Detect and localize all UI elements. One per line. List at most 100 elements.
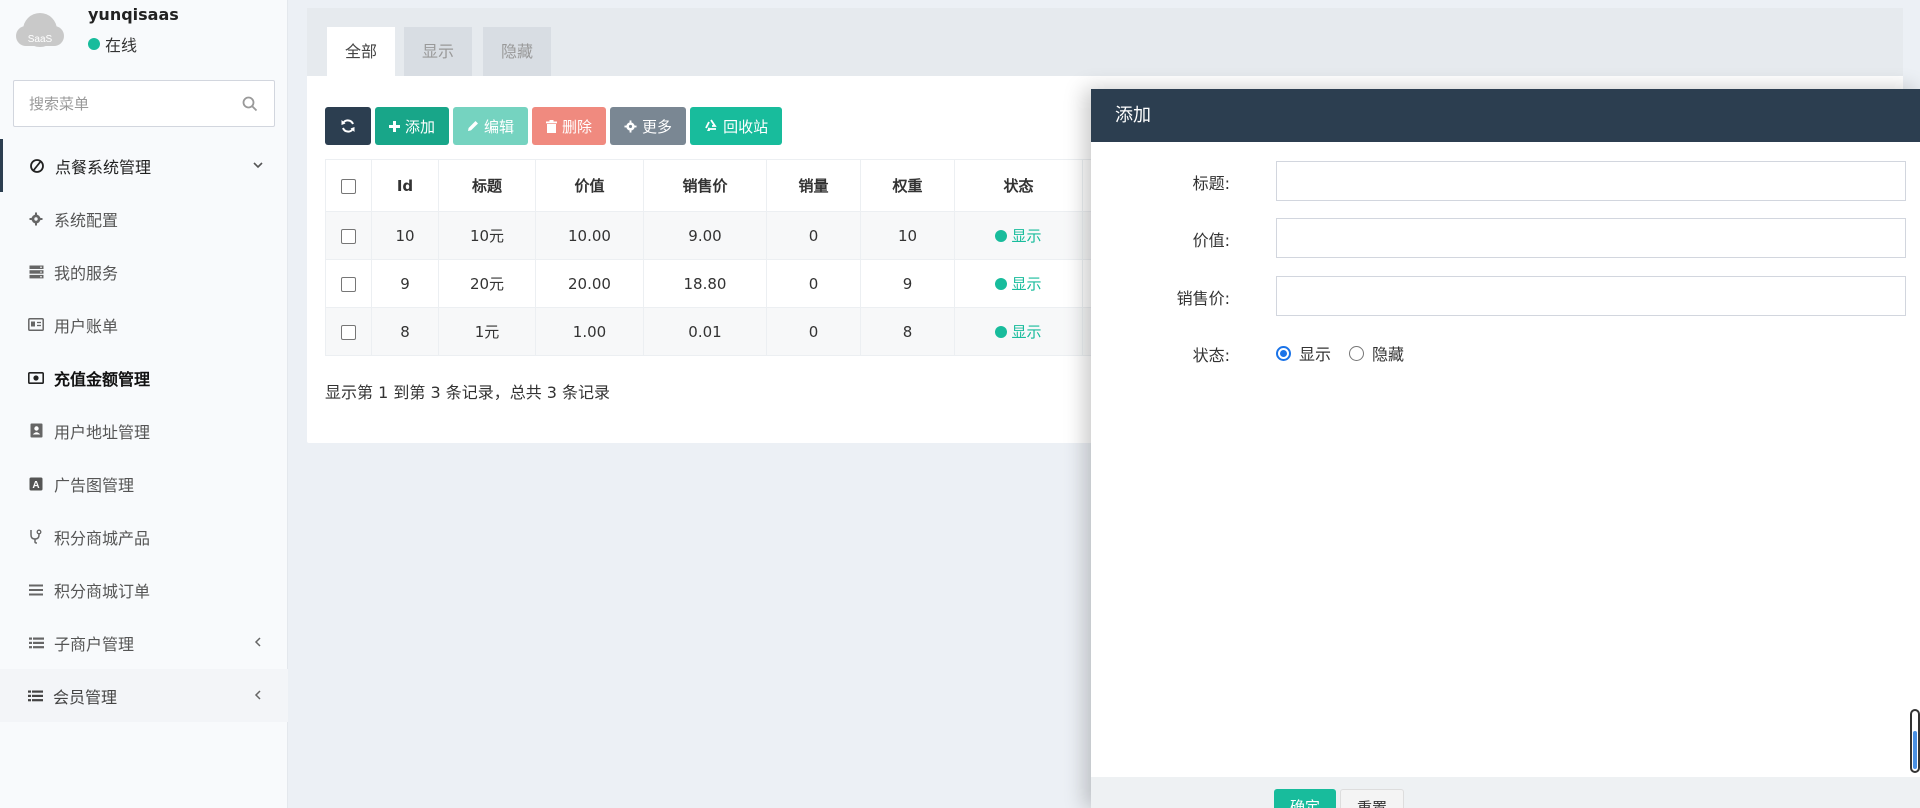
cell-value: 10.00 bbox=[535, 211, 644, 260]
reset-button[interactable]: 重置 bbox=[1340, 789, 1405, 808]
tab-shown[interactable]: 显示 bbox=[404, 27, 473, 76]
sidebar-item-user-address[interactable]: 用户地址管理 bbox=[0, 404, 288, 457]
cell-id: 8 bbox=[371, 307, 439, 356]
sidebar-item-label: 点餐系统管理 bbox=[55, 157, 152, 177]
sidebar-item-user-bills[interactable]: 用户账单 bbox=[0, 298, 288, 351]
table-row[interactable]: 10 10元 10.00 9.00 0 10 显示 bbox=[325, 211, 1093, 260]
chevron-left-icon bbox=[252, 689, 264, 704]
sidebar-item-ordering-system[interactable]: 点餐系统管理 bbox=[0, 139, 288, 192]
status-option-hide[interactable]: 隐藏 bbox=[1372, 341, 1404, 365]
edit-button-label: 编辑 bbox=[484, 117, 515, 136]
sidebar-item-member-management[interactable]: 会员管理 bbox=[0, 669, 288, 722]
status-badge[interactable]: 显示 bbox=[995, 225, 1042, 246]
trash-icon bbox=[546, 119, 558, 133]
table-row[interactable]: 9 20元 20.00 18.80 0 9 显示 bbox=[325, 259, 1093, 308]
sidebar-item-label: 会员管理 bbox=[53, 687, 118, 707]
delete-button-label: 删除 bbox=[562, 117, 593, 136]
cell-price: 0.01 bbox=[643, 307, 767, 356]
col-id[interactable]: Id bbox=[371, 159, 439, 212]
status-label: 显示 bbox=[1011, 227, 1042, 245]
sidebar-item-label: 积分商城产品 bbox=[54, 528, 151, 548]
status-badge[interactable]: 显示 bbox=[995, 321, 1042, 342]
edit-button[interactable]: 编辑 bbox=[453, 107, 529, 145]
tab-all[interactable]: 全部 bbox=[327, 27, 396, 76]
status-radio-hide[interactable] bbox=[1349, 345, 1365, 361]
select-all-checkbox[interactable] bbox=[341, 178, 356, 194]
sidebar: SaaS yunqisaas 在线 点餐系统管理 系统配 bbox=[0, 0, 288, 808]
toolbar: 添加 编辑 删除 更多 回收站 bbox=[325, 107, 783, 145]
cell-value: 20.00 bbox=[535, 259, 644, 308]
status-dot-icon bbox=[995, 229, 1008, 242]
font-box-icon: A bbox=[28, 476, 44, 492]
cell-sales: 0 bbox=[766, 211, 861, 260]
cell-title: 10元 bbox=[438, 211, 536, 260]
sidebar-menu: 点餐系统管理 系统配置 我的服务 用户账单 充值金额管理 用户地址管理 A 广告… bbox=[0, 139, 288, 722]
col-sales[interactable]: 销量 bbox=[766, 159, 861, 212]
data-table: Id 标题 价值 销售价 销量 权重 状态 10 10元 10.00 9.00 … bbox=[325, 159, 1093, 356]
cell-status: 显示 bbox=[954, 307, 1083, 356]
col-weight[interactable]: 权重 bbox=[860, 159, 955, 212]
confirm-button[interactable]: 确定 bbox=[1274, 789, 1337, 808]
sidebar-item-recharge-amount[interactable]: 充值金额管理 bbox=[0, 351, 288, 404]
status-dot-icon bbox=[995, 325, 1008, 338]
stethoscope-icon bbox=[28, 529, 44, 545]
sidebar-item-label: 广告图管理 bbox=[54, 475, 135, 495]
cell-weight: 9 bbox=[860, 259, 955, 308]
title-input[interactable] bbox=[1276, 161, 1906, 201]
more-button[interactable]: 更多 bbox=[610, 107, 687, 145]
scrollbar-thumb[interactable] bbox=[1913, 731, 1917, 769]
dialog-footer: 确定 重置 bbox=[1091, 777, 1920, 808]
status-label: 显示 bbox=[1011, 275, 1042, 293]
sidebar-item-my-services[interactable]: 我的服务 bbox=[0, 245, 288, 298]
status-badge[interactable]: 显示 bbox=[995, 273, 1042, 294]
status-option-show[interactable]: 显示 bbox=[1299, 341, 1331, 365]
col-status[interactable]: 状态 bbox=[954, 159, 1083, 212]
add-button[interactable]: 添加 bbox=[375, 107, 450, 145]
cell-value: 1.00 bbox=[535, 307, 644, 356]
sidebar-item-system-config[interactable]: 系统配置 bbox=[0, 192, 288, 245]
user-status: 在线 bbox=[88, 32, 137, 56]
recycle-bin-button-label: 回收站 bbox=[723, 117, 769, 136]
sidebar-item-points-products[interactable]: 积分商城产品 bbox=[0, 510, 288, 563]
recycle-bin-button[interactable]: 回收站 bbox=[690, 107, 783, 145]
sidebar-item-label: 积分商城订单 bbox=[54, 581, 151, 601]
tab-hidden[interactable]: 隐藏 bbox=[483, 27, 552, 76]
money-icon bbox=[28, 370, 44, 386]
sidebar-item-ad-images[interactable]: A 广告图管理 bbox=[0, 457, 288, 510]
cell-price: 9.00 bbox=[643, 211, 767, 260]
recycle-icon bbox=[705, 119, 717, 131]
status-radio-show[interactable] bbox=[1276, 345, 1291, 361]
table-row[interactable]: 8 1元 1.00 0.01 0 8 显示 bbox=[325, 307, 1093, 356]
row-checkbox[interactable] bbox=[341, 276, 356, 292]
col-value[interactable]: 价值 bbox=[535, 159, 644, 212]
chevron-left-icon bbox=[252, 636, 264, 651]
cell-weight: 10 bbox=[860, 211, 955, 260]
col-title[interactable]: 标题 bbox=[438, 159, 536, 212]
cell-title: 1元 bbox=[438, 307, 536, 356]
cog-icon bbox=[624, 119, 637, 133]
svg-text:A: A bbox=[32, 480, 39, 491]
sidebar-item-label: 用户账单 bbox=[54, 316, 119, 336]
cell-id: 10 bbox=[371, 211, 439, 260]
value-input[interactable] bbox=[1276, 218, 1906, 258]
row-checkbox[interactable] bbox=[341, 228, 356, 244]
sidebar-item-points-orders[interactable]: 积分商城订单 bbox=[0, 563, 288, 616]
row-select-cell bbox=[325, 211, 372, 260]
delete-button[interactable]: 删除 bbox=[532, 107, 607, 145]
sidebar-item-sub-merchants[interactable]: 子商户管理 bbox=[0, 616, 288, 669]
col-price[interactable]: 销售价 bbox=[643, 159, 767, 212]
price-input[interactable] bbox=[1276, 276, 1906, 316]
menu-search-input[interactable] bbox=[14, 81, 224, 126]
avatar[interactable]: SaaS bbox=[14, 8, 66, 48]
sidebar-item-label: 系统配置 bbox=[54, 210, 119, 230]
row-select-cell bbox=[325, 307, 372, 356]
search-icon[interactable] bbox=[242, 96, 258, 112]
status-label: 状态: bbox=[1192, 346, 1230, 365]
row-checkbox[interactable] bbox=[341, 324, 356, 340]
menu-search bbox=[13, 80, 275, 127]
refresh-button[interactable] bbox=[325, 107, 371, 145]
price-label: 销售价: bbox=[1176, 289, 1230, 308]
cell-sales: 0 bbox=[766, 259, 861, 308]
more-button-label: 更多 bbox=[642, 117, 673, 136]
scrollbar[interactable] bbox=[1910, 709, 1920, 773]
